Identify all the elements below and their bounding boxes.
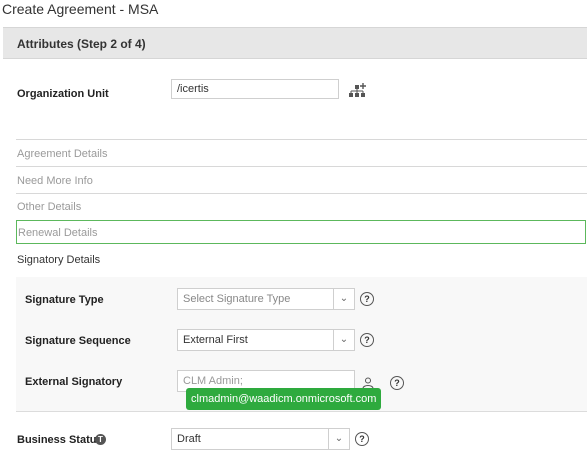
divider xyxy=(16,139,587,140)
section-renewal-details-label: Renewal Details xyxy=(18,227,98,239)
signature-sequence-select[interactable]: External First ⌄ xyxy=(177,329,355,351)
chevron-down-icon[interactable]: ⌄ xyxy=(333,289,354,309)
business-status-value: Draft xyxy=(177,433,201,445)
divider xyxy=(16,166,587,167)
business-status-select[interactable]: Draft ⌄ xyxy=(171,428,350,450)
signature-type-placeholder: Select Signature Type xyxy=(183,293,291,305)
section-other-details[interactable]: Other Details xyxy=(17,201,81,213)
organization-unit-input[interactable]: /icertis xyxy=(171,79,339,99)
section-signatory-details[interactable]: Signatory Details xyxy=(17,254,100,266)
help-icon[interactable]: ? xyxy=(390,376,404,390)
organization-unit-label: Organization Unit xyxy=(17,88,109,100)
signatory-email-tooltip: clmadmin@waadicm.onmicrosoft.com xyxy=(186,388,382,410)
chevron-down-icon[interactable]: ⌄ xyxy=(328,429,349,449)
signature-sequence-label: Signature Sequence xyxy=(25,335,131,347)
info-icon[interactable]: T xyxy=(95,434,106,445)
step-header: Attributes (Step 2 of 4) xyxy=(3,27,587,59)
signature-type-select[interactable]: Select Signature Type ⌄ xyxy=(177,288,355,310)
help-icon[interactable]: ? xyxy=(355,432,369,446)
help-icon[interactable]: ? xyxy=(360,333,374,347)
external-signatory-label: External Signatory xyxy=(25,376,123,388)
section-renewal-details[interactable]: Renewal Details xyxy=(16,220,586,244)
chevron-down-icon[interactable]: ⌄ xyxy=(333,330,354,350)
add-hierarchy-icon[interactable] xyxy=(348,82,368,100)
signature-type-label: Signature Type xyxy=(25,294,104,306)
business-status-label: Business Status xyxy=(17,434,103,446)
step-title: Attributes (Step 2 of 4) xyxy=(17,37,146,51)
divider xyxy=(16,193,587,194)
section-need-more-info[interactable]: Need More Info xyxy=(17,175,93,187)
page-title: Create Agreement - MSA xyxy=(2,1,159,17)
section-agreement-details[interactable]: Agreement Details xyxy=(17,148,108,160)
help-icon[interactable]: ? xyxy=(360,292,374,306)
signature-sequence-value: External First xyxy=(183,334,248,346)
